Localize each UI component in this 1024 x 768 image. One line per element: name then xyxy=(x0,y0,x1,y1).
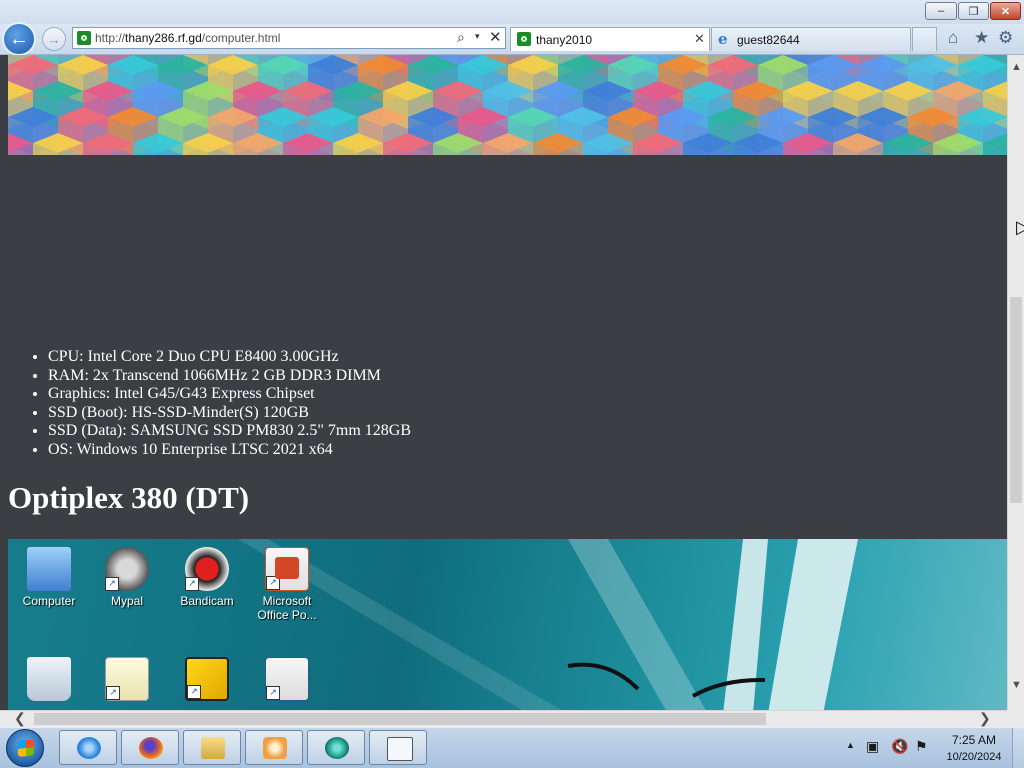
recycle-bin-icon xyxy=(27,657,71,701)
action-center-icon[interactable]: ▣ xyxy=(866,738,882,754)
desktop-icon-mypal[interactable]: ↗ Mypal xyxy=(88,547,166,608)
taskbar-file-explorer[interactable] xyxy=(183,730,241,765)
window-app-icon xyxy=(387,737,413,761)
volume-muted-icon[interactable]: 🔇 xyxy=(891,738,908,754)
desktop-icon-label: Microsoft Office Po... xyxy=(257,594,317,622)
folder-icon xyxy=(201,737,225,759)
tab-guest82644[interactable]: e guest82644 xyxy=(711,27,911,51)
tab-label: thany2010 xyxy=(536,33,593,47)
site-favicon-icon xyxy=(77,31,91,45)
scroll-right-icon[interactable]: ❯ xyxy=(979,710,991,727)
notepad-icon: ↗ xyxy=(105,657,149,701)
url-domain: thany286.rf.gd xyxy=(125,31,202,45)
favorites-star-icon[interactable]: ★ xyxy=(974,28,989,48)
firefox-icon xyxy=(139,737,163,759)
spec-item-cpu: CPU: Intel Core 2 Duo CPU E8400 3.00GHz xyxy=(48,348,411,367)
desktop-icon-computer[interactable]: Computer xyxy=(10,547,88,608)
scroll-left-icon[interactable]: ❮ xyxy=(14,710,26,727)
media-player-icon xyxy=(263,737,287,759)
show-desktop-button[interactable] xyxy=(1012,728,1024,768)
mouse-cursor-icon: ▷ xyxy=(1016,217,1024,237)
start-button[interactable] xyxy=(6,729,44,767)
url-protocol: http:// xyxy=(95,31,126,45)
clock-date[interactable]: 10/20/2024 xyxy=(940,751,1008,763)
taskbar: ▲ ▣ 🔇 ⚑ 7:25 AM 10/20/2024 xyxy=(0,727,1024,768)
desktop-icon-label: Computer xyxy=(22,594,76,608)
address-url[interactable]: http://thany286.rf.gd/computer.html xyxy=(95,31,280,45)
minimize-button[interactable]: – xyxy=(925,2,957,20)
desktop-icon-label: Mypal xyxy=(110,594,143,608)
home-icon[interactable]: ⌂ xyxy=(948,28,958,48)
internet-explorer-icon xyxy=(77,737,101,759)
scroll-up-icon[interactable]: ▲ xyxy=(1011,61,1022,73)
spec-item-ram: RAM: 2x Transcend 1066MHz 2 GB DDR3 DIMM xyxy=(48,367,411,386)
maximize-button[interactable]: ❐ xyxy=(958,2,989,20)
ie-icon: e xyxy=(718,30,728,48)
search-icon[interactable]: ⌕ xyxy=(457,29,465,46)
desktop-icon-recycle-bin[interactable] xyxy=(10,657,88,701)
spec-item-graphics: Graphics: Intel G45/G43 Express Chipset xyxy=(48,385,411,404)
vertical-scrollbar[interactable]: ▲ ▼ xyxy=(1007,55,1024,710)
cubes-banner-image xyxy=(8,55,1007,155)
taskbar-internet-explorer[interactable] xyxy=(59,730,117,765)
bandicam-icon: ↗ xyxy=(185,547,229,591)
url-path: /computer.html xyxy=(201,31,281,45)
scroll-down-icon[interactable]: ▼ xyxy=(1011,679,1022,691)
taskbar-media-player[interactable] xyxy=(245,730,303,765)
desktop-icon-notepad[interactable]: ↗ xyxy=(88,657,166,701)
vertical-scroll-thumb[interactable] xyxy=(1010,297,1022,503)
desktop-icon-bandicam[interactable]: ↗ Bandicam xyxy=(168,547,246,608)
close-button[interactable]: ✕ xyxy=(990,2,1021,20)
tab-label: guest82644 xyxy=(737,33,800,47)
tab-close-icon[interactable]: ✕ xyxy=(694,31,705,47)
shortcut-arrow-icon: ↗ xyxy=(106,686,120,700)
address-bar[interactable]: http://thany286.rf.gd/computer.html ⌕ ▾ … xyxy=(72,27,506,49)
taskbar-firefox[interactable] xyxy=(121,730,179,765)
tab-thany2010[interactable]: thany2010 ✕ xyxy=(510,27,710,51)
gear-icon[interactable]: ⚙ xyxy=(998,28,1013,48)
spec-item-ssd-data: SSD (Data): SAMSUNG SSD PM830 2.5" 7mm 1… xyxy=(48,422,411,441)
show-hidden-icons[interactable]: ▲ xyxy=(846,740,855,750)
title-bar: – ❐ ✕ xyxy=(0,0,1024,24)
spec-item-os: OS: Windows 10 Enterprise LTSC 2021 x64 xyxy=(48,441,411,460)
taskbar-streaming-app[interactable] xyxy=(307,730,365,765)
desktop-screenshot-image: Computer ↗ Mypal ↗ Bandicam ↗ Microsoft … xyxy=(8,539,1007,710)
word-document-icon: ↗ xyxy=(265,657,309,701)
new-tab-button[interactable] xyxy=(912,27,937,51)
taskbar-notepad-window[interactable] xyxy=(369,730,427,765)
flag-icon[interactable]: ⚑ xyxy=(915,738,931,754)
shortcut-arrow-icon: ↗ xyxy=(105,577,119,591)
shortcut-arrow-icon: ↗ xyxy=(185,577,199,591)
page-viewport: CPU: Intel Core 2 Duo CPU E8400 3.00GHz … xyxy=(0,55,1007,710)
computer-icon xyxy=(27,547,71,591)
section-heading: Optiplex 380 (DT) xyxy=(8,480,250,515)
spec-item-ssd-boot: SSD (Boot): HS-SSD-Minder(S) 120GB xyxy=(48,404,411,423)
shortcut-arrow-icon: ↗ xyxy=(266,686,280,700)
desktop-icon-powerpoint[interactable]: ↗ Microsoft Office Po... xyxy=(248,547,326,622)
game-icon: ↗ xyxy=(185,657,229,701)
desktop-icon-label: Bandicam xyxy=(180,594,234,608)
desktop-icon-game[interactable]: ↗ xyxy=(168,657,246,701)
horizontal-scrollbar[interactable]: ❮ ❯ xyxy=(0,710,1007,727)
horizontal-scroll-thumb[interactable] xyxy=(34,713,766,725)
forward-button[interactable]: → xyxy=(42,27,66,51)
mypal-raccoon-icon: ↗ xyxy=(105,547,149,591)
site-favicon-icon xyxy=(517,32,531,46)
back-button[interactable]: ← xyxy=(2,22,36,56)
navigation-bar: ← → http://thany286.rf.gd/computer.html … xyxy=(0,22,1024,56)
shortcut-arrow-icon: ↗ xyxy=(187,685,201,699)
streaming-app-icon xyxy=(325,737,349,759)
clock-time[interactable]: 7:25 AM xyxy=(947,733,1001,747)
stop-icon[interactable]: ✕ xyxy=(489,28,502,46)
address-dropdown-icon[interactable]: ▾ xyxy=(475,31,480,42)
spec-list: CPU: Intel Core 2 Duo CPU E8400 3.00GHz … xyxy=(28,348,411,459)
powerpoint-icon: ↗ xyxy=(265,547,309,591)
desktop-icon-word[interactable]: ↗ xyxy=(248,657,326,701)
scrollbar-corner xyxy=(1007,710,1024,727)
